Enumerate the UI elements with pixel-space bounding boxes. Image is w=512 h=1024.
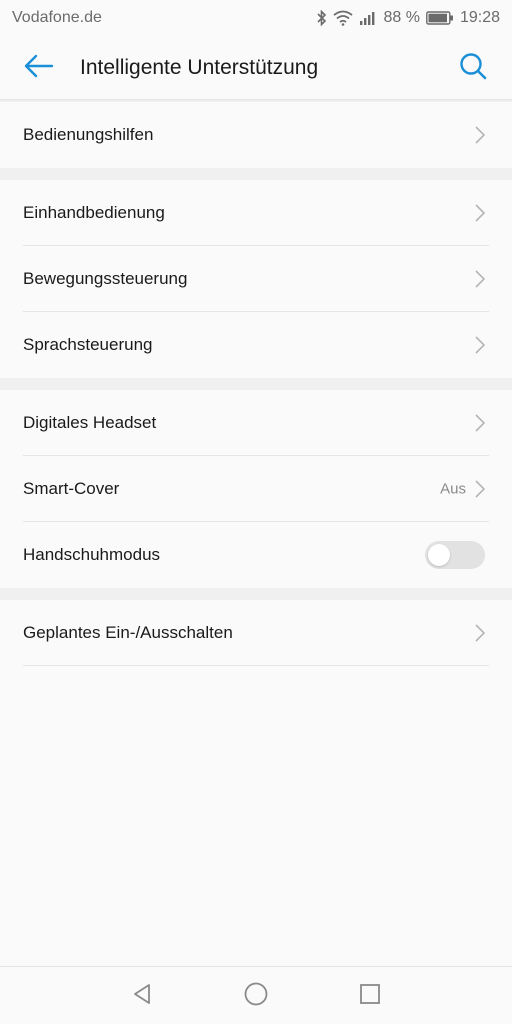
- status-icons: 88 % 19:28: [317, 9, 500, 27]
- list-item-smart-cover[interactable]: Smart-Cover Aus: [0, 456, 512, 522]
- recents-square-icon: [358, 982, 382, 1011]
- arrow-left-icon: [24, 54, 54, 83]
- chevron-right-icon: [474, 479, 486, 499]
- chevron-right-icon: [474, 623, 486, 643]
- list-item-label: Smart-Cover: [23, 479, 120, 498]
- toggle-knob: [428, 544, 450, 566]
- list-item-handschuhmodus: Handschuhmodus: [0, 522, 512, 588]
- battery-icon: [426, 11, 454, 25]
- home-circle-icon: [243, 981, 269, 1012]
- group-separator: [0, 378, 512, 390]
- chevron-right-icon: [474, 413, 486, 433]
- chevron-right-icon: [474, 269, 486, 289]
- list-item-label: Sprachsteuerung: [23, 335, 153, 354]
- battery-percent: 88 %: [383, 9, 420, 26]
- chevron-right-icon: [474, 125, 486, 145]
- group-separator: [0, 588, 512, 600]
- wifi-icon: [333, 10, 354, 26]
- list-item-label: Einhandbedienung: [23, 203, 165, 222]
- settings-group-schedule: Geplantes Ein-/Ausschalten: [0, 600, 512, 666]
- settings-group-controls: Einhandbedienung Bewegungssteuerung Spra…: [0, 180, 512, 378]
- list-item-geplantes-ein-ausschalten[interactable]: Geplantes Ein-/Ausschalten: [0, 600, 512, 666]
- status-bar: Vodafone.de 88 % 19:28: [0, 0, 512, 36]
- divider: [23, 665, 489, 666]
- list-item-sprachsteuerung[interactable]: Sprachsteuerung: [0, 312, 512, 378]
- settings-group-peripherals: Digitales Headset Smart-Cover Aus Handsc…: [0, 390, 512, 588]
- clock: 19:28: [459, 9, 500, 26]
- nav-recents-button[interactable]: [355, 981, 385, 1011]
- back-triangle-icon: [130, 982, 154, 1011]
- nav-back-button[interactable]: [127, 981, 157, 1011]
- app-bar: Intelligente Unterstützung: [0, 36, 512, 100]
- search-button[interactable]: [456, 50, 490, 86]
- list-item-label: Geplantes Ein-/Ausschalten: [23, 623, 233, 642]
- signal-icon: [359, 10, 377, 26]
- list-item-label: Handschuhmodus: [23, 545, 161, 564]
- list-item-label: Digitales Headset: [23, 413, 157, 432]
- list-item-label: Bewegungssteuerung: [23, 269, 188, 288]
- list-item-label: Bedienungshilfen: [23, 125, 154, 144]
- navigation-bar: [0, 966, 512, 1024]
- bluetooth-icon: [317, 10, 327, 26]
- page-title: Intelligente Unterstützung: [80, 56, 319, 79]
- nav-home-button[interactable]: [241, 981, 271, 1011]
- glove-mode-toggle[interactable]: [425, 541, 485, 569]
- list-item-bedienungshilfen[interactable]: Bedienungshilfen: [0, 102, 512, 168]
- back-button[interactable]: [20, 50, 58, 86]
- list-item-bewegungssteuerung[interactable]: Bewegungssteuerung: [0, 246, 512, 312]
- carrier-label: Vodafone.de: [12, 9, 102, 26]
- list-item-value: Aus: [440, 480, 466, 498]
- list-item-digitales-headset[interactable]: Digitales Headset: [0, 390, 512, 456]
- list-item-einhandbedienung[interactable]: Einhandbedienung: [0, 180, 512, 246]
- chevron-right-icon: [474, 335, 486, 355]
- search-icon: [458, 51, 488, 86]
- group-separator: [0, 168, 512, 180]
- chevron-right-icon: [474, 203, 486, 223]
- settings-group-accessibility: Bedienungshilfen: [0, 102, 512, 168]
